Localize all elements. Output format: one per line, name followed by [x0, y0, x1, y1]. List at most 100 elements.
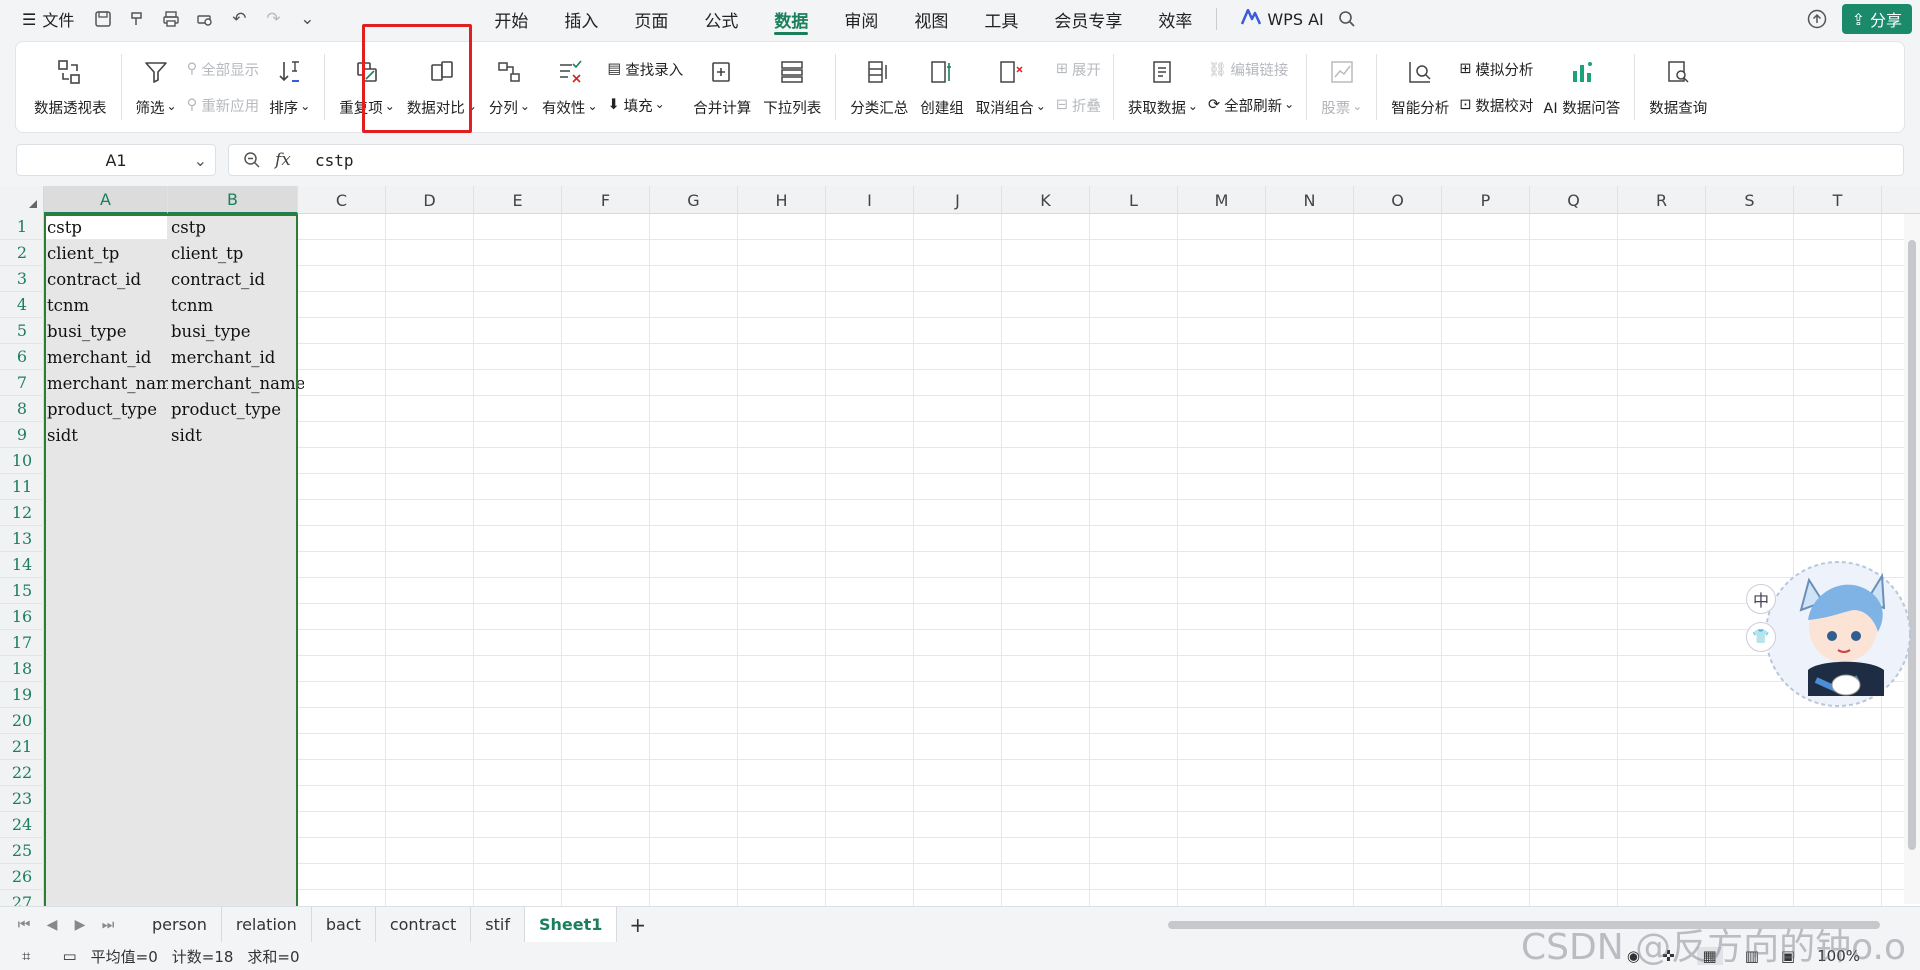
add-sheet-icon[interactable]: +: [617, 913, 658, 937]
column-header-i[interactable]: I: [826, 186, 914, 214]
column-header-t[interactable]: T: [1794, 186, 1882, 214]
first-sheet-icon[interactable]: ⏮: [10, 917, 38, 933]
column-header-a[interactable]: A: [44, 186, 168, 214]
zoom-level[interactable]: 100%: [1817, 947, 1860, 965]
tab-efficiency[interactable]: 效率: [1140, 0, 1210, 38]
subtotal-button[interactable]: 分类汇总: [844, 42, 914, 132]
fill-button[interactable]: ⬇ 填充: [608, 94, 684, 116]
select-all-corner[interactable]: [0, 186, 44, 214]
formula-input[interactable]: fx cstp: [228, 144, 1904, 176]
column-header-c[interactable]: C: [298, 186, 386, 214]
row-header-3[interactable]: 3: [0, 266, 44, 292]
simulate-analysis-button[interactable]: ⊞ 模拟分析: [1459, 58, 1533, 80]
row-header-27[interactable]: 27: [0, 890, 44, 906]
tab-member[interactable]: 会员专享: [1036, 0, 1140, 38]
column-header-f[interactable]: F: [562, 186, 650, 214]
sheet-tab-contract[interactable]: contract: [376, 906, 472, 943]
row-header-19[interactable]: 19: [0, 682, 44, 708]
column-header-o[interactable]: O: [1354, 186, 1442, 214]
show-all-button[interactable]: ⚲ 全部显示: [187, 58, 260, 80]
tab-page[interactable]: 页面: [616, 0, 686, 38]
reapply-button[interactable]: ⚲ 重新应用: [187, 94, 260, 116]
prev-sheet-icon[interactable]: ◀: [38, 917, 66, 933]
next-sheet-icon[interactable]: ▶: [66, 917, 94, 933]
save-icon[interactable]: [92, 8, 114, 30]
chevron-down-icon[interactable]: ⌄: [296, 8, 318, 30]
consolidate-button[interactable]: 合并计算: [687, 42, 757, 132]
split-column-button[interactable]: 分列: [483, 42, 536, 132]
ai-data-qa-button[interactable]: AI 数据问答: [1537, 42, 1626, 132]
zoom-icon[interactable]: [229, 151, 275, 169]
tab-data[interactable]: 数据: [756, 0, 826, 38]
row-header-26[interactable]: 26: [0, 864, 44, 890]
data-check-button[interactable]: ⊡ 数据校对: [1459, 94, 1533, 116]
print-preview-icon[interactable]: [194, 8, 216, 30]
row-header-23[interactable]: 23: [0, 786, 44, 812]
data-query-button[interactable]: 数据查询: [1643, 42, 1713, 132]
filter-button[interactable]: 筛选: [130, 42, 183, 132]
format-painter-icon[interactable]: [126, 8, 148, 30]
last-sheet-icon[interactable]: ⏭: [94, 917, 122, 933]
row-header-7[interactable]: 7: [0, 370, 44, 396]
row-header-25[interactable]: 25: [0, 838, 44, 864]
row-header-15[interactable]: 15: [0, 578, 44, 604]
stocks-button[interactable]: 股票: [1315, 42, 1368, 132]
row-header-1[interactable]: 1: [0, 214, 44, 240]
page-break-icon[interactable]: ▣: [1781, 947, 1795, 965]
sheet-tab-person[interactable]: person: [138, 906, 222, 943]
search-icon[interactable]: [1336, 8, 1358, 30]
column-header-g[interactable]: G: [650, 186, 738, 214]
expand-button[interactable]: ⊞ 展开: [1056, 58, 1101, 80]
tab-view[interactable]: 视图: [896, 0, 966, 38]
tab-home[interactable]: 开始: [476, 0, 546, 38]
undo-icon[interactable]: ↶: [228, 8, 250, 30]
share-button[interactable]: ⇪ 分享: [1841, 4, 1912, 34]
get-data-button[interactable]: 获取数据: [1122, 42, 1204, 132]
pivot-table-button[interactable]: 数据透视表: [28, 42, 113, 132]
page-layout-icon[interactable]: ▥: [1745, 947, 1759, 965]
eye-icon[interactable]: ◉: [1627, 947, 1640, 965]
dropdown-list-button[interactable]: 下拉列表: [757, 42, 827, 132]
row-header-17[interactable]: 17: [0, 630, 44, 656]
cloud-upload-icon[interactable]: [1806, 8, 1828, 30]
sheet-tab-relation[interactable]: relation: [222, 906, 312, 943]
row-header-11[interactable]: 11: [0, 474, 44, 500]
column-header-b[interactable]: B: [168, 186, 298, 214]
data-compare-button[interactable]: 数据对比: [401, 42, 483, 132]
column-header-s[interactable]: S: [1706, 186, 1794, 214]
column-header-j[interactable]: J: [914, 186, 1002, 214]
edit-links-button[interactable]: ⛓ 编辑链接: [1208, 58, 1294, 80]
file-menu[interactable]: ☰ 文件: [0, 0, 84, 38]
refresh-all-button[interactable]: ⟳ 全部刷新: [1208, 94, 1294, 116]
horizontal-scrollbar[interactable]: [1168, 921, 1880, 929]
row-header-12[interactable]: 12: [0, 500, 44, 526]
ungroup-button[interactable]: 取消组合: [970, 42, 1052, 132]
fx-icon[interactable]: fx: [275, 150, 305, 170]
sheet-tab-bact[interactable]: bact: [312, 906, 376, 943]
redo-icon[interactable]: ↷: [262, 8, 284, 30]
column-header-m[interactable]: M: [1178, 186, 1266, 214]
row-header-2[interactable]: 2: [0, 240, 44, 266]
row-header-18[interactable]: 18: [0, 656, 44, 682]
row-header-5[interactable]: 5: [0, 318, 44, 344]
row-header-10[interactable]: 10: [0, 448, 44, 474]
column-header-k[interactable]: K: [1002, 186, 1090, 214]
create-group-button[interactable]: 创建组: [914, 42, 970, 132]
chevron-down-icon[interactable]: ⌄: [194, 151, 207, 170]
scrollbar-thumb[interactable]: [1908, 240, 1916, 850]
row-header-14[interactable]: 14: [0, 552, 44, 578]
column-header-e[interactable]: E: [474, 186, 562, 214]
row-header-22[interactable]: 22: [0, 760, 44, 786]
sheet-view-icon[interactable]: ▭: [62, 947, 76, 965]
tab-insert[interactable]: 插入: [546, 0, 616, 38]
validity-button[interactable]: 有效性: [536, 42, 604, 132]
row-header-21[interactable]: 21: [0, 734, 44, 760]
row-header-6[interactable]: 6: [0, 344, 44, 370]
sheet-tab-sheet1[interactable]: Sheet1: [524, 906, 618, 943]
wps-ai-button[interactable]: WPS AI: [1241, 8, 1324, 29]
duplicates-button[interactable]: 重复项: [333, 42, 401, 132]
shirt-icon[interactable]: 👕: [1746, 622, 1776, 652]
find-entry-button[interactable]: ▤ 查找录入: [608, 58, 684, 80]
row-header-16[interactable]: 16: [0, 604, 44, 630]
cross-layout-icon[interactable]: ✜: [1662, 947, 1675, 965]
